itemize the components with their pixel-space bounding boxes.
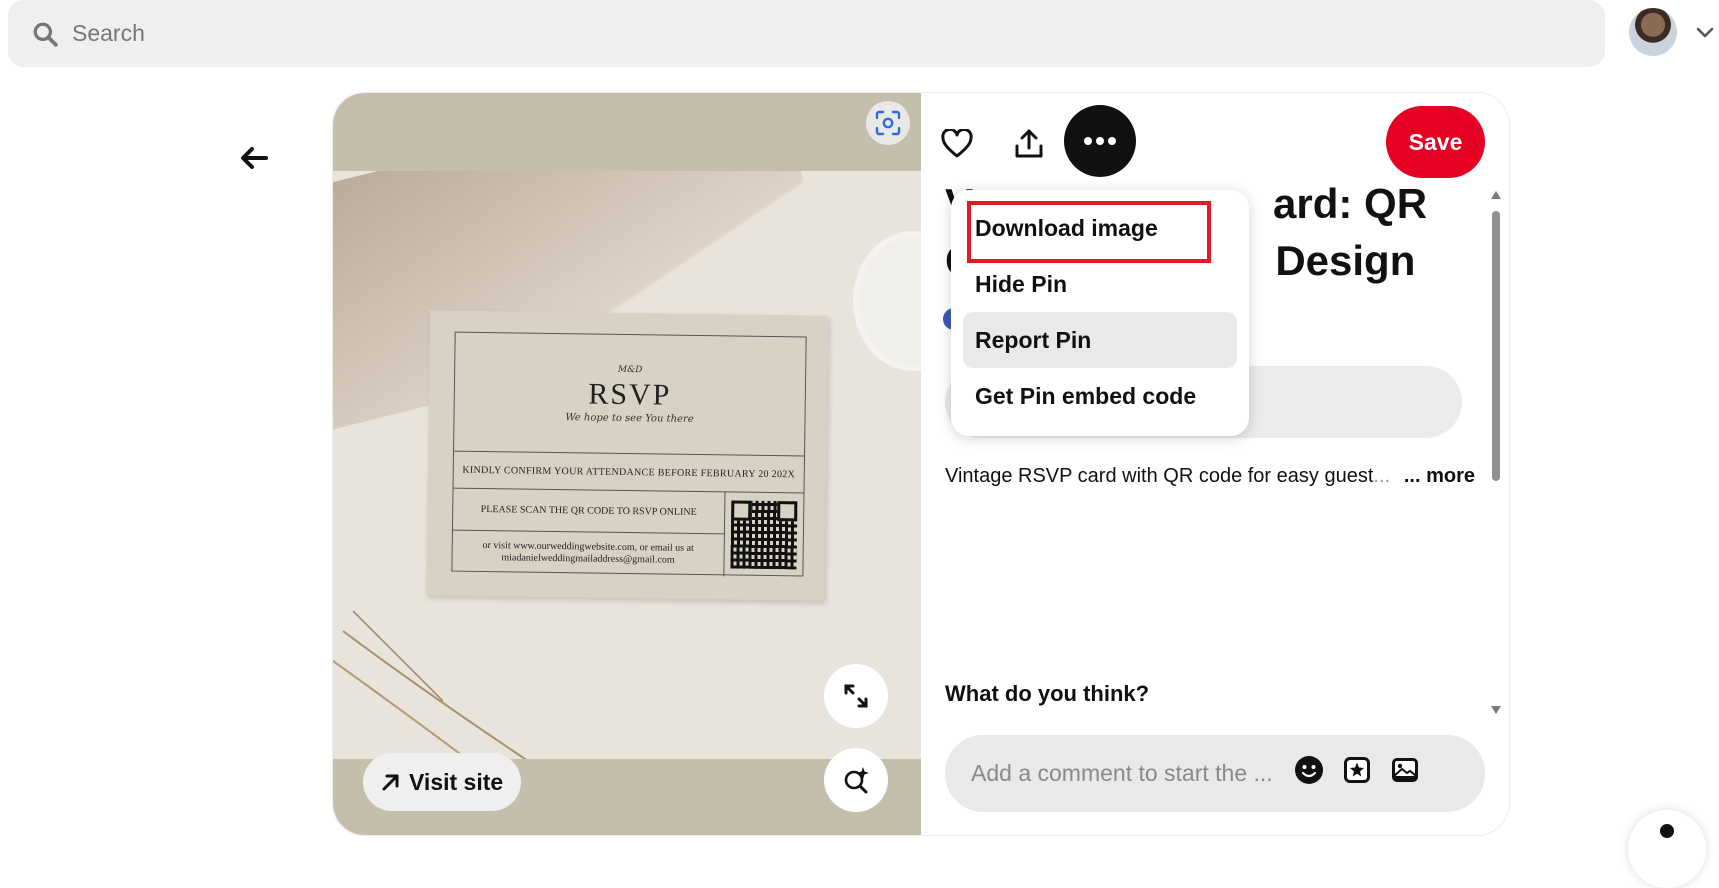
arrow-up-right-icon: [382, 774, 399, 791]
grass-decoration: [333, 610, 527, 759]
back-arrow-icon[interactable]: [238, 142, 270, 174]
sticker-button[interactable]: [1339, 752, 1375, 788]
more-options-menu: Download image Hide Pin Report Pin Get P…: [951, 190, 1249, 436]
avatar[interactable]: [1629, 8, 1677, 56]
pin-title-line-1-tail: ard: QR: [1273, 180, 1428, 227]
menu-item-report-pin[interactable]: Report Pin: [963, 312, 1237, 368]
chevron-down-icon[interactable]: [1695, 22, 1715, 42]
scrollbar-thumb[interactable]: [1492, 211, 1500, 481]
related-search-button[interactable]: [824, 748, 888, 812]
search-input[interactable]: [72, 20, 972, 47]
pin-media: M&D RSVP We hope to see You there KINDLY…: [333, 93, 921, 835]
qr-code: [730, 500, 798, 570]
pin-description: Vintage RSVP card with QR code for easy …: [945, 465, 1475, 488]
rsvp-row-scan: PLEASE SCAN THE QR CODE TO RSVP ONLINE: [452, 488, 726, 535]
search-bar[interactable]: [8, 0, 1605, 67]
save-button[interactable]: Save: [1386, 106, 1485, 178]
sticker-icon: [1344, 757, 1370, 783]
image-upload-button[interactable]: [1387, 752, 1423, 788]
sparkle-search-icon: [844, 767, 869, 794]
like-button[interactable]: [937, 124, 977, 164]
rsvp-card: M&D RSVP We hope to see You there KINDLY…: [426, 310, 828, 601]
rsvp-card-inner: M&D RSVP We hope to see You there KINDLY…: [451, 331, 807, 577]
lens-icon: [875, 110, 901, 136]
rsvp-row-confirm: KINDLY CONFIRM YOUR ATTENDANCE BEFORE FE…: [453, 450, 805, 494]
rsvp-title: RSVP: [588, 377, 672, 412]
comment-box[interactable]: [945, 735, 1485, 812]
menu-item-download-image[interactable]: Download image: [963, 200, 1237, 263]
more-link[interactable]: ... more: [1397, 465, 1475, 488]
comment-input[interactable]: [971, 760, 1301, 787]
emoji-button[interactable]: [1291, 752, 1327, 788]
visit-site-button[interactable]: Visit site: [363, 753, 522, 811]
share-icon: [1015, 129, 1043, 158]
heart-icon: [941, 129, 973, 158]
rsvp-monogram: M&D: [617, 364, 643, 376]
visual-search-button[interactable]: [866, 101, 910, 145]
expand-icon: [844, 684, 868, 708]
visit-site-label: Visit site: [409, 768, 504, 795]
menu-item-hide-pin[interactable]: Hide Pin: [963, 256, 1237, 312]
search-icon: [33, 22, 58, 47]
share-button[interactable]: [1009, 124, 1049, 164]
expand-button[interactable]: [824, 664, 888, 728]
help-icon: [1660, 824, 1674, 838]
scroll-up-icon[interactable]: [1490, 189, 1502, 201]
description-text: Vintage RSVP card with QR code for easy …: [945, 465, 1374, 487]
rsvp-row-visit: or visit www.ourweddingwebsite.com, or e…: [452, 530, 725, 577]
pin-card: M&D RSVP We hope to see You there KINDLY…: [333, 93, 1509, 835]
ellipsis-icon: [1084, 137, 1116, 145]
help-button[interactable]: [1628, 810, 1706, 888]
pin-title-line-2-tail: Design: [1275, 237, 1416, 284]
emoji-icon: [1295, 756, 1323, 784]
menu-item-embed-code[interactable]: Get Pin embed code: [963, 368, 1237, 424]
scroll-down-icon[interactable]: [1490, 704, 1502, 716]
more-options-button[interactable]: [1064, 105, 1136, 177]
description-fade: ...: [1373, 465, 1391, 487]
comment-heading: What do you think?: [945, 681, 1150, 706]
pin-image[interactable]: M&D RSVP We hope to see You there KINDLY…: [333, 171, 921, 759]
image-icon: [1392, 758, 1418, 782]
glass-decoration: [853, 231, 921, 371]
